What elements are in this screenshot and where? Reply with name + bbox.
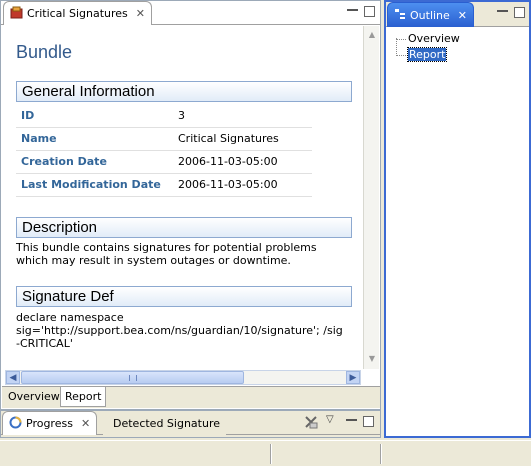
tab-label: Critical Signatures xyxy=(27,7,128,20)
progress-tabbar: Progress ✕ Detected Signature ▽ xyxy=(1,411,380,435)
status-bar xyxy=(0,440,531,466)
description-line-1: This bundle contains signatures for pote… xyxy=(16,241,317,254)
field-label: ID xyxy=(21,109,35,122)
editor-tabbar: Critical Signatures ✕ xyxy=(1,1,380,25)
scroll-up-icon[interactable]: ▲ xyxy=(366,29,378,41)
minimize-button[interactable] xyxy=(497,10,508,15)
close-icon[interactable]: ✕ xyxy=(81,417,90,430)
maximize-button[interactable] xyxy=(363,416,374,427)
description-heading: Description xyxy=(16,217,352,238)
tab-detected-signature[interactable]: Detected Signature xyxy=(103,411,226,435)
signature-def-heading: Signature Def xyxy=(16,286,352,307)
scroll-right-icon[interactable]: ▶ xyxy=(346,371,360,384)
tab-report[interactable]: Report xyxy=(60,387,107,407)
outline-tabbar: Outline ✕ xyxy=(386,2,529,27)
field-row-name: Name Critical Signatures xyxy=(16,128,312,151)
minimize-button[interactable] xyxy=(346,419,357,424)
field-value: 3 xyxy=(178,109,185,122)
page-title: Bundle xyxy=(16,42,73,62)
horizontal-scrollbar[interactable]: ◀ ▶ xyxy=(5,370,361,385)
field-value: 2006-11-03-05:00 xyxy=(178,178,278,191)
progress-icon xyxy=(9,416,22,432)
field-row-creation-date: Creation Date 2006-11-03-05:00 xyxy=(16,151,312,174)
field-row-last-modification-date: Last Modification Date 2006-11-03-05:00 xyxy=(16,174,312,197)
signature-def-line-3: -CRITICAL' xyxy=(16,337,73,350)
outline-item-report[interactable]: Report xyxy=(394,47,460,64)
scroll-down-icon[interactable]: ▼ xyxy=(366,353,378,365)
field-label: Name xyxy=(21,132,57,145)
tab-outline[interactable]: Outline ✕ xyxy=(387,2,475,27)
general-info-heading: General Information xyxy=(16,81,352,102)
progress-panel: Progress ✕ Detected Signature ▽ xyxy=(0,410,381,438)
close-icon[interactable]: ✕ xyxy=(458,9,467,22)
tab-overview[interactable]: Overview xyxy=(4,387,65,407)
page-tabs: Overview Report xyxy=(2,386,380,408)
vertical-scrollbar[interactable]: ▲ ▼ xyxy=(363,26,379,369)
maximize-button[interactable] xyxy=(514,7,525,18)
field-row-id: ID 3 xyxy=(16,105,312,128)
outline-icon xyxy=(394,8,406,23)
scroll-thumb[interactable] xyxy=(21,371,244,384)
tab-label: Outline xyxy=(410,8,450,22)
outline-panel: Outline ✕ Overview Report xyxy=(384,0,531,438)
field-value: Critical Signatures xyxy=(178,132,279,145)
close-icon[interactable]: ✕ xyxy=(136,7,145,20)
tab-critical-signatures[interactable]: Critical Signatures ✕ xyxy=(3,1,152,25)
tab-label: Progress xyxy=(26,417,73,430)
view-menu-icon[interactable]: ▽ xyxy=(326,414,334,425)
field-label: Creation Date xyxy=(21,155,107,168)
form-content: Bundle General Information ID 3 Name Cri… xyxy=(2,26,363,369)
signature-def-line-1: declare namespace xyxy=(16,311,124,324)
minimize-button[interactable] xyxy=(347,9,358,14)
field-value: 2006-11-03-05:00 xyxy=(178,155,278,168)
signature-def-line-2: sig='http://support.bea.com/ns/guardian/… xyxy=(16,324,343,337)
maximize-button[interactable] xyxy=(364,6,375,17)
bundle-icon xyxy=(10,6,23,22)
outline-item-overview[interactable]: Overview xyxy=(394,32,460,48)
outline-tree: Overview Report xyxy=(394,32,460,64)
editor-panel: Critical Signatures ✕ Bundle General Inf… xyxy=(0,0,381,410)
remove-all-icon[interactable] xyxy=(304,415,318,432)
field-label: Last Modification Date xyxy=(21,178,161,191)
description-line-2: which may result in system outages or do… xyxy=(16,254,291,267)
tab-progress[interactable]: Progress ✕ xyxy=(2,411,98,435)
scroll-left-icon[interactable]: ◀ xyxy=(6,371,20,384)
